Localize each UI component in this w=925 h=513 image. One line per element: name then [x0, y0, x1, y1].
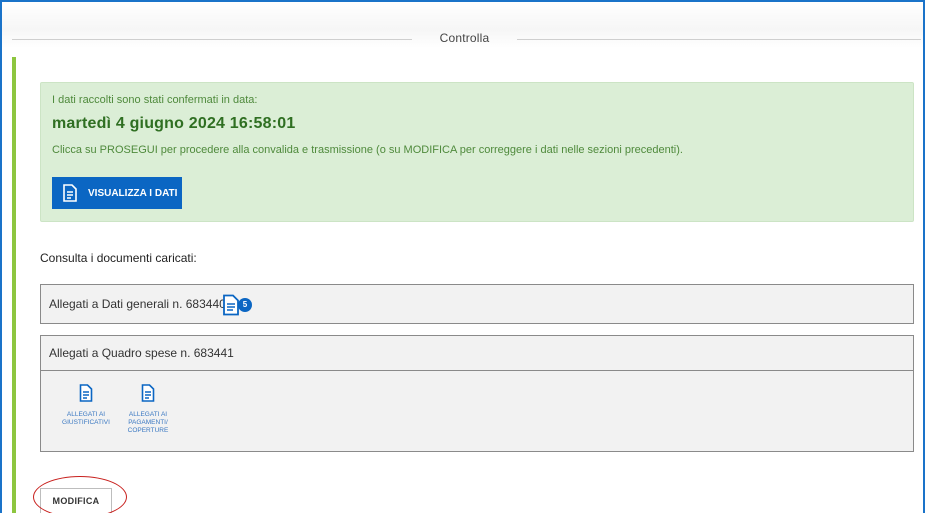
header-divider-right: [517, 39, 921, 40]
attachments-general-link[interactable]: 5: [222, 294, 258, 316]
section-accent-bar: [12, 57, 16, 513]
document-icon: [79, 384, 93, 402]
attachments-general-label: Allegati a Dati generali n. 683440: [49, 297, 226, 311]
view-data-button[interactable]: VISUALIZZA I DATI: [52, 177, 182, 209]
document-icon: [141, 384, 155, 402]
modify-button[interactable]: MODIFICA: [40, 488, 112, 513]
confirmation-intro: I dati raccolti sono stati confermati in…: [52, 94, 258, 106]
view-data-label: VISUALIZZA I DATI: [88, 187, 178, 199]
confirmation-date: martedì 4 giugno 2024 16:58:01: [52, 115, 296, 132]
attachments-general-row: Allegati a Dati generali n. 683440 5: [40, 284, 914, 324]
page-title: Controlla: [439, 31, 490, 45]
document-icon: [63, 184, 77, 202]
documents-heading: Consulta i documenti caricati:: [40, 251, 197, 265]
confirmation-instructions: Clicca su PROSEGUI per procedere alla co…: [52, 144, 683, 156]
attachments-justifications-label: ALLEGATI AI GIUSTIFICATIVI: [62, 411, 110, 426]
confirmation-panel: I dati raccolti sono stati confermati in…: [40, 82, 914, 222]
attachments-justifications-link[interactable]: ALLEGATI AI GIUSTIFICATIVI: [57, 384, 115, 427]
attachments-payments-link[interactable]: ALLEGATI AI PAGAMENTI/ COPERTURE: [119, 384, 177, 435]
header-divider-left: [12, 39, 412, 40]
attachments-expenses-panel: ALLEGATI AI GIUSTIFICATIVI ALLEGATI AI P…: [40, 370, 914, 452]
page-header: Controlla: [2, 2, 923, 48]
attachments-expenses-row: Allegati a Quadro spese n. 683441: [40, 335, 914, 371]
attachments-payments-label: ALLEGATI AI PAGAMENTI/ COPERTURE: [127, 411, 169, 434]
attachments-count-badge: 5: [238, 298, 252, 312]
attachments-expenses-label: Allegati a Quadro spese n. 683441: [49, 346, 234, 360]
